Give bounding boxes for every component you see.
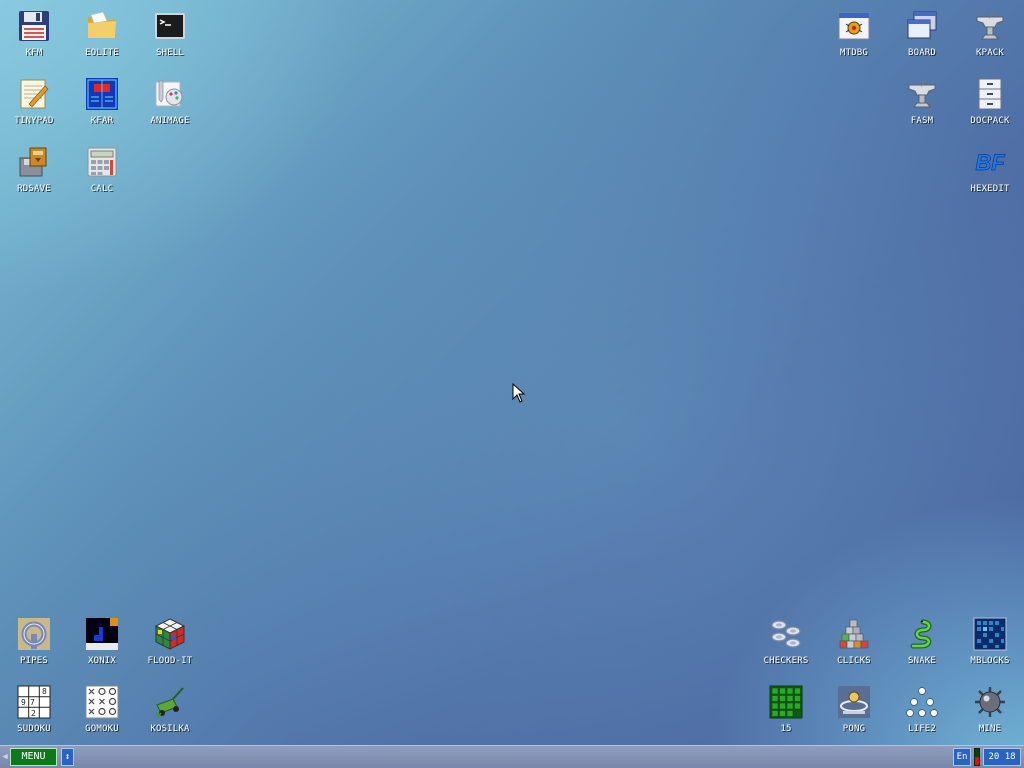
desktop-icon-label: RDSAVE xyxy=(17,184,51,194)
desktop-icon-checkers[interactable]: CHECKERS xyxy=(752,608,820,674)
desktop-icon-snake[interactable]: SNAKE xyxy=(888,608,956,674)
snake-icon xyxy=(905,617,939,651)
menu-button[interactable]: MENU xyxy=(10,748,57,766)
desktop-icon-label: CALC xyxy=(90,184,114,194)
desktop-icon-label: MTDBG xyxy=(839,48,869,58)
anvil-icon xyxy=(905,77,939,111)
windows-icon xyxy=(905,9,939,43)
desktop-icon-label: HEXEDIT xyxy=(970,184,1010,194)
debugger-icon xyxy=(837,9,871,43)
window-switch-button[interactable]: ↕ xyxy=(61,748,74,766)
desktop-icon-kfm[interactable]: KFM xyxy=(0,0,68,66)
anvil-icon xyxy=(973,9,1007,43)
desktop-icon-eolite[interactable]: EOLITE xyxy=(68,0,136,66)
desktop-icon-label: LIFE2 xyxy=(907,724,937,734)
pipes-icon xyxy=(17,617,51,651)
paint-icon xyxy=(153,77,187,111)
desktop-icon-rdsave[interactable]: RDSAVE xyxy=(0,136,68,202)
desktop-icon-mblocks[interactable]: MBLOCKS xyxy=(956,608,1024,674)
desktop-icon-label: XONIX xyxy=(87,656,117,666)
desktop-icon-mine[interactable]: MINE xyxy=(956,676,1024,742)
fifteen-puzzle-icon xyxy=(769,685,803,719)
desktop-icon-label: SHELL xyxy=(155,48,185,58)
desktop-icon-mtdbg[interactable]: MTDBG xyxy=(820,0,888,66)
desktop: KFM EOLITE SHELL TINYPAD KFAR ANIMAGE RD… xyxy=(0,0,1024,745)
desktop-icon-kfar[interactable]: KFAR xyxy=(68,68,136,134)
desktop-icon-label: TINYPAD xyxy=(14,116,54,126)
file-manager-icon xyxy=(85,77,119,111)
desktop-icon-hexedit[interactable]: BF HEXEDIT xyxy=(956,136,1024,202)
desktop-icon-life2[interactable]: LIFE2 xyxy=(888,676,956,742)
desktop-icon-label: CLICKS xyxy=(837,656,871,666)
desktop-icon-docpack[interactable]: DOCPACK xyxy=(956,68,1024,134)
taskbar: ◀ MENU ↕ En 20 18 xyxy=(0,745,1024,768)
svg-text:7: 7 xyxy=(30,698,35,707)
folder-icon xyxy=(85,9,119,43)
mouse-pointer-icon xyxy=(512,383,526,403)
notepad-icon xyxy=(17,77,51,111)
lawnmower-icon xyxy=(153,685,187,719)
desktop-icon-clicks[interactable]: CLICKS xyxy=(820,608,888,674)
svg-text:BF: BF xyxy=(975,150,1005,175)
desktop-icon-15[interactable]: 15 xyxy=(752,676,820,742)
desktop-icon-label: DOCPACK xyxy=(970,116,1010,126)
grid-game-icon xyxy=(973,617,1007,651)
desktop-icon-label: PIPES xyxy=(19,656,49,666)
desktop-icon-kosilka[interactable]: KOSILKA xyxy=(136,676,204,742)
desktop-icon-label: EOLITE xyxy=(85,48,119,58)
taskbar-scroll-left-icon[interactable]: ◀ xyxy=(1,750,9,764)
desktop-icon-label: PONG xyxy=(842,724,866,734)
mine-icon xyxy=(973,685,1007,719)
checkers-icon xyxy=(769,617,803,651)
desktop-icon-label: FLOOD-IT xyxy=(147,656,193,666)
desktop-icon-label: FASM xyxy=(910,116,934,126)
hexedit-icon: BF xyxy=(973,145,1007,179)
desktop-icon-label: KFAR xyxy=(90,116,114,126)
desktop-icon-flood-it[interactable]: FLOOD-IT xyxy=(136,608,204,674)
desktop-icon-label: 15 xyxy=(780,724,792,734)
cpu-usage-indicator xyxy=(974,748,980,766)
desktop-icon-kpack[interactable]: KPACK xyxy=(956,0,1024,66)
svg-text:2: 2 xyxy=(31,709,36,718)
desktop-icon-label: KOSILKA xyxy=(150,724,190,734)
cabinet-icon xyxy=(973,77,1007,111)
clock[interactable]: 20 18 xyxy=(983,748,1021,766)
desktop-icon-xonix[interactable]: XONIX xyxy=(68,608,136,674)
desktop-icon-calc[interactable]: CALC xyxy=(68,136,136,202)
gomoku-icon xyxy=(85,685,119,719)
desktop-icon-label: SNAKE xyxy=(907,656,937,666)
desktop-icon-shell[interactable]: SHELL xyxy=(136,0,204,66)
sudoku-icon: 8 97 2 xyxy=(17,685,51,719)
keyboard-layout-button[interactable]: En xyxy=(953,748,971,766)
floppy-disk-icon xyxy=(17,9,51,43)
rubiks-cube-icon xyxy=(153,617,187,651)
calculator-icon xyxy=(85,145,119,179)
svg-text:8: 8 xyxy=(42,687,47,696)
desktop-icon-sudoku[interactable]: 8 97 2 SUDOKU xyxy=(0,676,68,742)
desktop-icon-label: CHECKERS xyxy=(763,656,809,666)
xonix-icon xyxy=(85,617,119,651)
desktop-icon-animage[interactable]: ANIMAGE xyxy=(136,68,204,134)
desktop-icon-tinypad[interactable]: TINYPAD xyxy=(0,68,68,134)
svg-text:9: 9 xyxy=(21,698,26,707)
desktop-icon-board[interactable]: BOARD xyxy=(888,0,956,66)
terminal-icon xyxy=(153,9,187,43)
desktop-icon-fasm[interactable]: FASM xyxy=(888,68,956,134)
desktop-icon-gomoku[interactable]: GOMOKU xyxy=(68,676,136,742)
desktop-icon-label: MINE xyxy=(978,724,1002,734)
save-disk-icon xyxy=(17,145,51,179)
desktop-icon-pong[interactable]: PONG xyxy=(820,676,888,742)
desktop-icon-label: BOARD xyxy=(907,48,937,58)
pong-icon xyxy=(837,685,871,719)
blocks-icon xyxy=(837,617,871,651)
desktop-icon-label: ANIMAGE xyxy=(150,116,190,126)
desktop-icon-pipes[interactable]: PIPES xyxy=(0,608,68,674)
desktop-icon-label: GOMOKU xyxy=(85,724,119,734)
desktop-icon-label: SUDOKU xyxy=(17,724,51,734)
desktop-icon-label: KPACK xyxy=(975,48,1005,58)
desktop-icon-label: MBLOCKS xyxy=(970,656,1010,666)
life-dots-icon xyxy=(905,685,939,719)
desktop-icon-label: KFM xyxy=(25,48,43,58)
